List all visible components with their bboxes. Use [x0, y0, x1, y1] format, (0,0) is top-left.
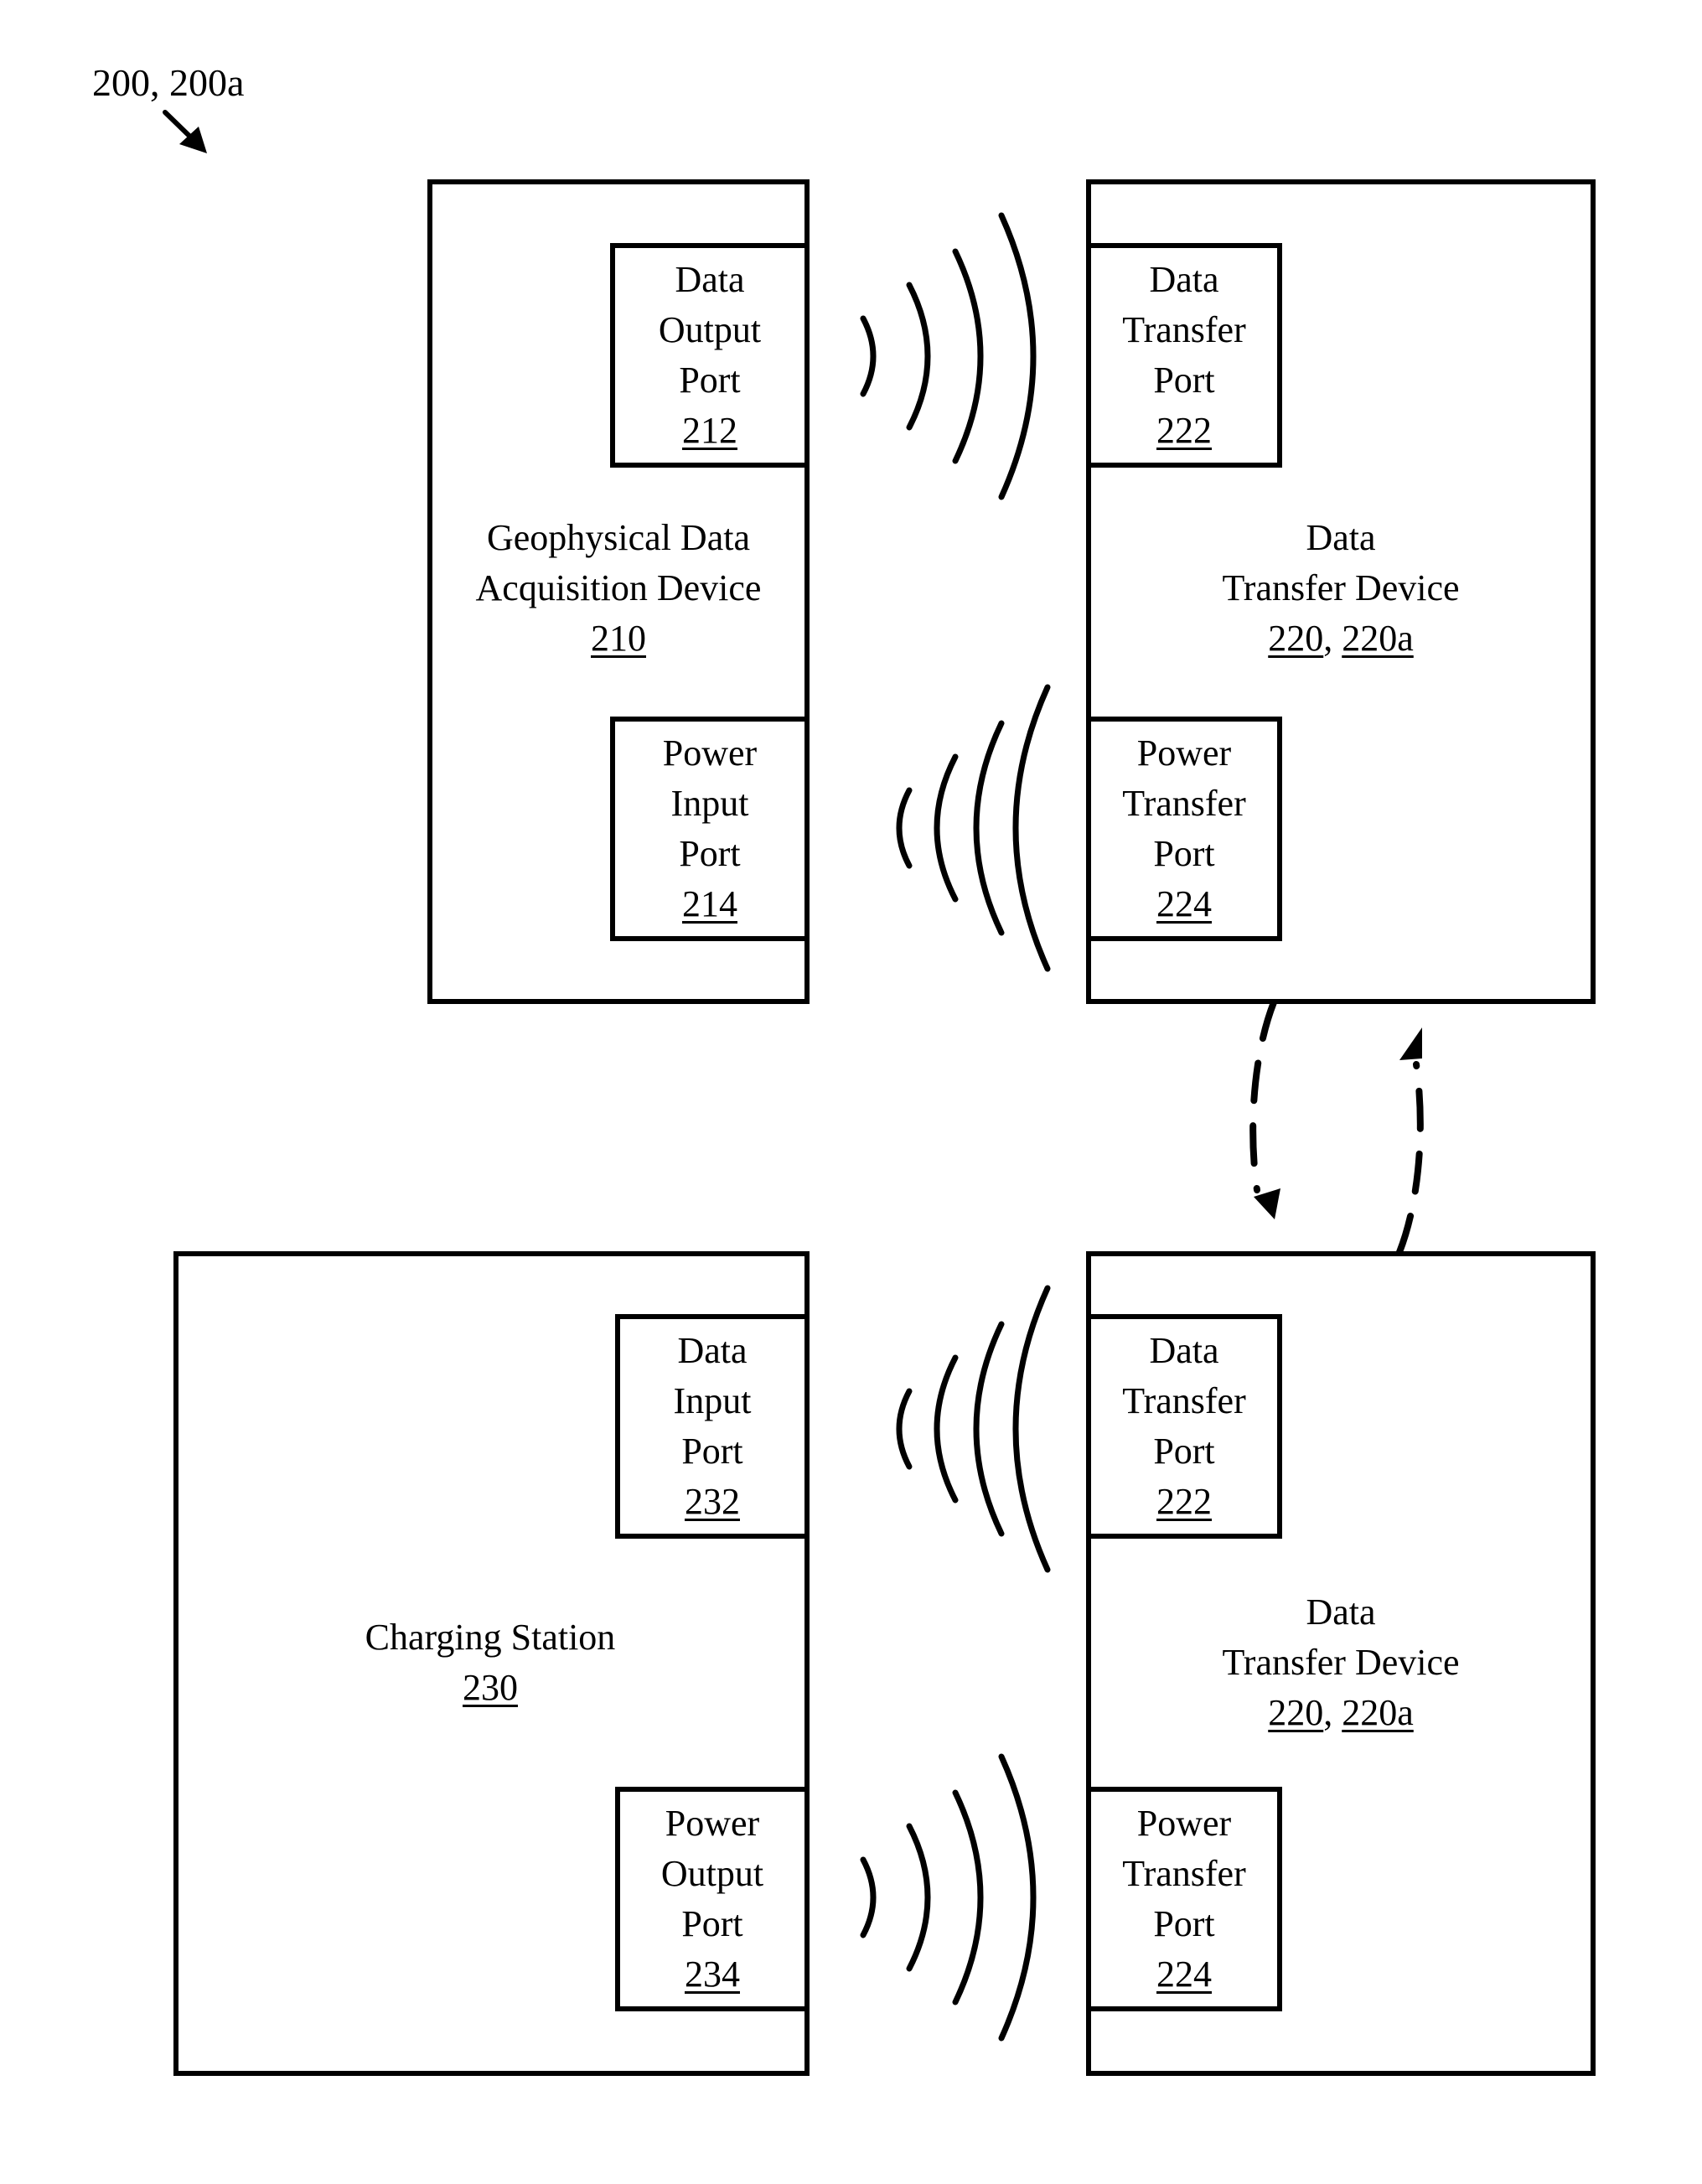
- wireless-data-signal-top-icon: [860, 212, 1037, 500]
- wave-arc: [896, 1388, 913, 1470]
- wave-arc: [1012, 1285, 1051, 1573]
- wave-arc: [952, 248, 984, 464]
- wave-arc: [860, 315, 877, 397]
- move-up-arrow-icon: [1396, 1027, 1424, 1255]
- wave-arc: [906, 282, 931, 431]
- wave-arc: [973, 1321, 1005, 1537]
- wave-arc: [934, 753, 959, 903]
- wave-arc: [1012, 684, 1051, 972]
- diagram-graphics: [163, 110, 1424, 2042]
- wave-arc: [906, 1823, 931, 1972]
- wave-arc: [952, 1789, 984, 2005]
- move-down-arrow-icon: [1249, 999, 1280, 1219]
- wave-arc: [998, 1753, 1037, 2042]
- wave-arc: [973, 720, 1005, 936]
- figure-arrow-icon: [163, 110, 207, 153]
- wave-arc: [934, 1354, 959, 1503]
- wireless-data-signal-bottom-icon: [896, 1285, 1051, 1573]
- wireless-power-signal-top-icon: [896, 684, 1051, 972]
- wave-arc: [998, 212, 1037, 500]
- wave-arc: [896, 787, 913, 869]
- wave-arc: [860, 1856, 877, 1938]
- wireless-power-signal-bottom-icon: [860, 1753, 1037, 2042]
